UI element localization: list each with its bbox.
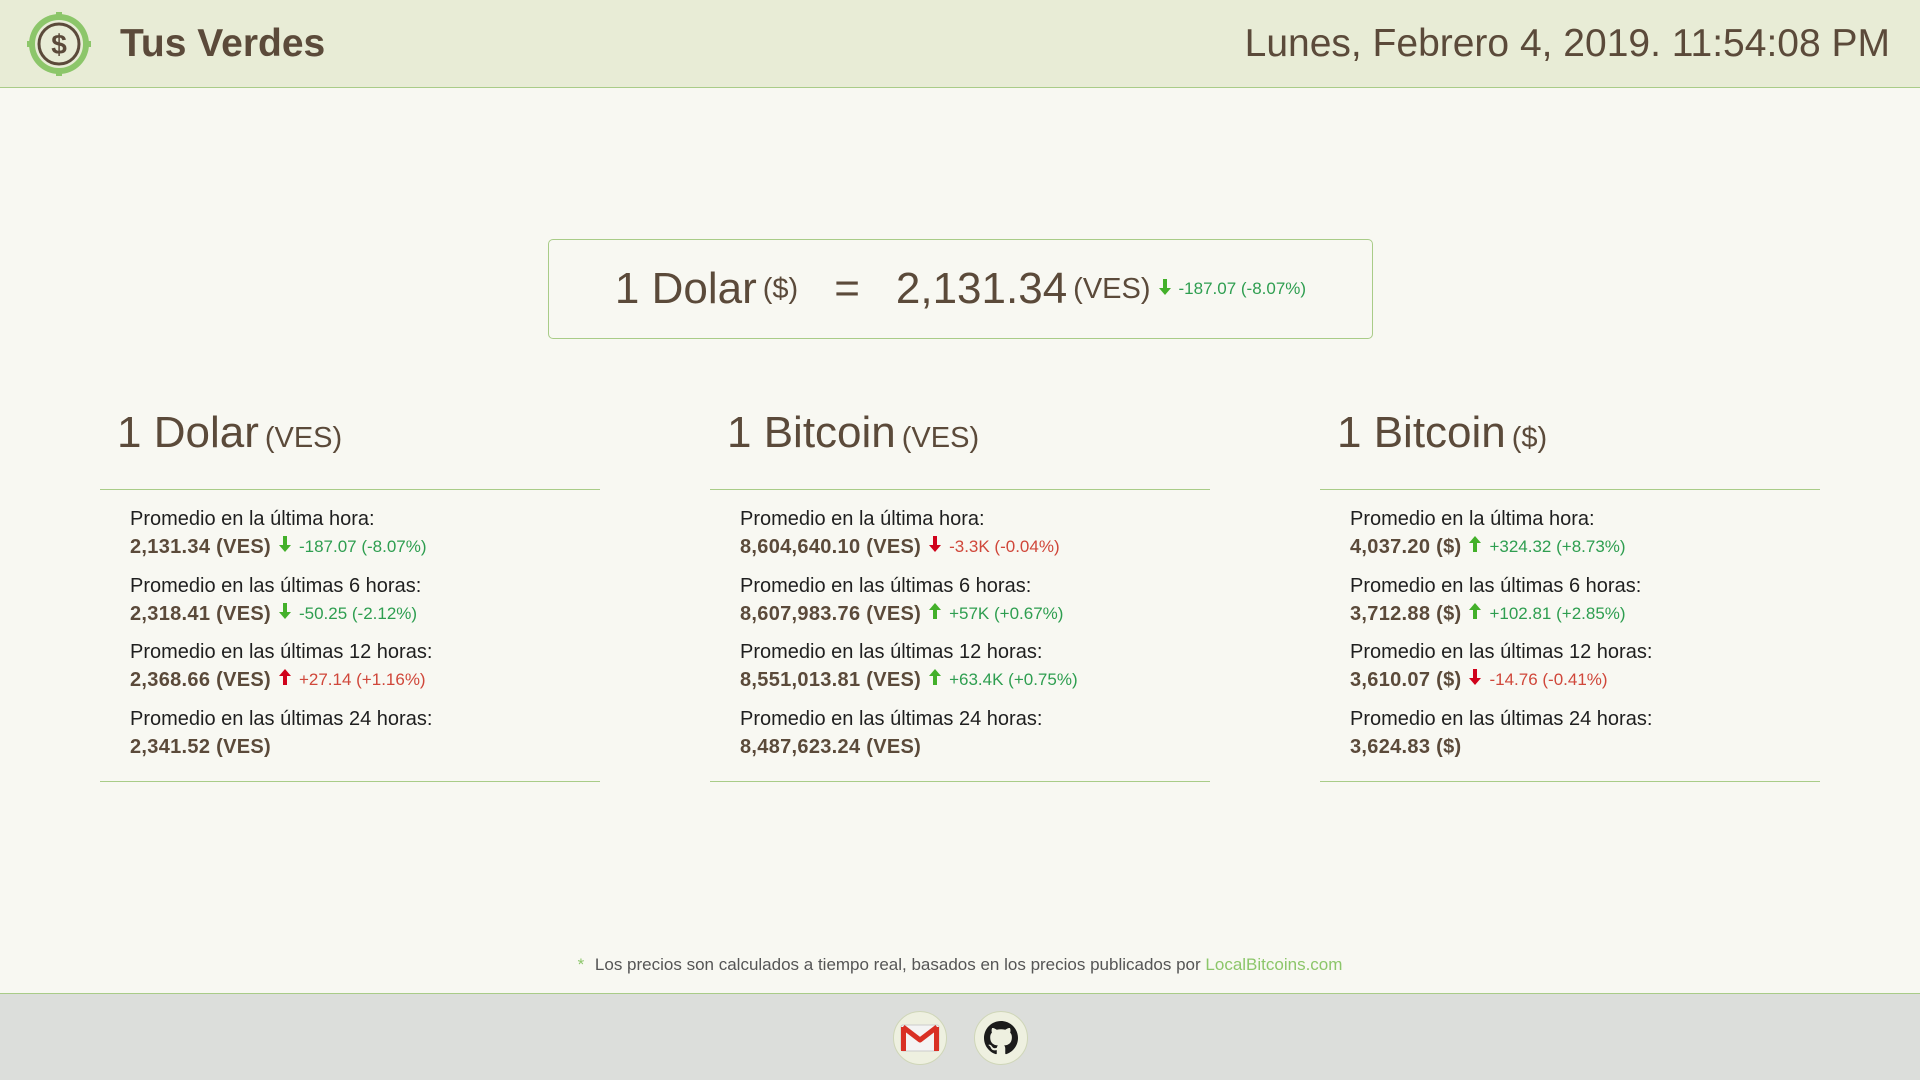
card-title-amount: 1 Bitcoin (1337, 408, 1506, 457)
stat-label: Promedio en las últimas 24 horas: (740, 707, 1043, 730)
card-bitcoin-ves: 1 Bitcoin (VES) Promedio en la última hor… (710, 408, 1210, 782)
note-text: Los precios son calculados a tiempo real… (594, 955, 1201, 974)
stat-item: Promedio en la última hora: 2,131.34 (VE… (130, 506, 600, 573)
stat-change: +27.14 (+1.16%) (278, 665, 426, 695)
stat-change: -50.25 (-2.12%) (278, 599, 418, 629)
stat-label: Promedio en la última hora: (130, 508, 375, 530)
stat-item: Promedio en la última hora: 8,604,640.10… (740, 506, 1210, 573)
stat-label: Promedio en las últimas 24 horas: (130, 707, 433, 730)
arrow-up-icon (278, 665, 291, 695)
card-body: Promedio en la última hora: 2,131.34 (VE… (100, 490, 600, 782)
stat-label: Promedio en las últimas 12 horas: (130, 641, 433, 663)
stat-item: Promedio en las últimas 6 horas: 8,607,9… (740, 573, 1210, 640)
localbitcoins-link[interactable]: LocalBitcoins.com (1205, 955, 1342, 974)
stat-item: Promedio en las últimas 24 horas: 8,487,… (740, 706, 1210, 773)
card-title-amount: 1 Bitcoin (727, 408, 896, 457)
stat-value-row: 2,131.34 (VES) -187.07 (-8.07%) (130, 532, 600, 562)
stat-value: 4,037.20 ($) (1350, 536, 1462, 558)
stat-value: 3,610.07 ($) (1350, 669, 1462, 691)
github-icon[interactable] (974, 1011, 1028, 1065)
stat-item: Promedio en las últimas 6 horas: 2,318.4… (130, 573, 600, 640)
stat-change-text: -3.3K (-0.04%) (949, 537, 1060, 556)
stat-value-row: 8,487,623.24 (VES) (740, 732, 1210, 762)
arrow-up-icon (1469, 532, 1482, 562)
stat-change-text: +324.32 (+8.73%) (1489, 537, 1626, 556)
stats-cards: 1 Dolar (VES) Promedio en la última hora:… (0, 0, 1920, 1080)
card-title: 1 Bitcoin (VES) (710, 408, 1210, 490)
stat-value-row: 3,624.83 ($) (1350, 732, 1820, 762)
stat-change: -14.76 (-0.41%) (1469, 665, 1608, 695)
stat-value: 3,624.83 ($) (1350, 735, 1462, 758)
stat-change-text: +102.81 (+2.85%) (1489, 603, 1626, 623)
card-dolar-ves: 1 Dolar (VES) Promedio en la última hora:… (100, 408, 600, 782)
stat-change-text: -187.07 (-8.07%) (298, 537, 427, 556)
stat-value: 2,368.66 (VES) (130, 669, 271, 691)
stat-change-text: -14.76 (-0.41%) (1489, 670, 1608, 689)
stat-value: 8,487,623.24 (VES) (740, 735, 922, 758)
stat-change: +324.32 (+8.73%) (1469, 532, 1626, 562)
disclaimer-note: * Los precios son calculados a tiempo re… (0, 955, 1920, 975)
arrow-up-icon (929, 599, 942, 629)
card-title-amount: 1 Dolar (117, 408, 259, 457)
note-star: * (577, 955, 585, 974)
stat-change: -3.3K (-0.04%) (929, 532, 1060, 562)
stat-value: 8,551,013.81 (VES) (740, 669, 922, 691)
stat-value: 2,341.52 (VES) (130, 735, 271, 758)
stat-value-row: 2,318.41 (VES) -50.25 (-2.12%) (130, 599, 600, 629)
stat-value-row: 3,610.07 ($) -14.76 (-0.41%) (1350, 665, 1820, 695)
stat-item: Promedio en la última hora: 4,037.20 ($)… (1350, 506, 1820, 573)
stat-label: Promedio en las últimas 6 horas: (1350, 574, 1642, 597)
card-body: Promedio en la última hora: 8,604,640.10… (710, 490, 1210, 782)
card-title-unit: ($) (1511, 422, 1548, 454)
stat-label: Promedio en las últimas 24 horas: (1350, 707, 1653, 730)
gmail-icon[interactable] (893, 1011, 947, 1065)
stat-label: Promedio en las últimas 6 horas: (740, 574, 1032, 597)
card-title-unit: (VES) (264, 422, 343, 454)
stat-change-text: +27.14 (+1.16%) (298, 670, 426, 689)
stat-value: 8,604,640.10 (VES) (740, 536, 922, 558)
stat-value-row: 2,341.52 (VES) (130, 732, 600, 762)
stat-item: Promedio en las últimas 12 horas: 2,368.… (130, 639, 600, 706)
arrow-down-icon (278, 532, 291, 562)
stat-value-row: 4,037.20 ($) +324.32 (+8.73%) (1350, 532, 1820, 562)
card-bitcoin-usd: 1 Bitcoin ($) Promedio en la última hora:… (1320, 408, 1820, 782)
stat-label: Promedio en las últimas 6 horas: (130, 574, 422, 597)
arrow-down-icon (1469, 665, 1482, 695)
arrow-up-icon (1469, 599, 1482, 629)
stat-value-row: 3,712.88 ($) +102.81 (+2.85%) (1350, 599, 1820, 629)
stat-label: Promedio en las últimas 12 horas: (740, 641, 1043, 663)
stat-change: +57K (+0.67%) (929, 599, 1063, 629)
stat-value-row: 8,607,983.76 (VES) +57K (+0.67%) (740, 599, 1210, 629)
stat-label: Promedio en la última hora: (1350, 508, 1595, 530)
stat-change: +102.81 (+2.85%) (1469, 599, 1626, 629)
stat-value: 2,318.41 (VES) (130, 602, 271, 625)
stat-label: Promedio en las últimas 12 horas: (1350, 641, 1653, 663)
stat-value: 3,712.88 ($) (1350, 602, 1462, 625)
stat-change: -187.07 (-8.07%) (278, 532, 427, 562)
stat-item: Promedio en las últimas 12 horas: 3,610.… (1350, 639, 1820, 706)
stat-item: Promedio en las últimas 12 horas: 8,551,… (740, 639, 1210, 706)
card-title: 1 Bitcoin ($) (1320, 408, 1820, 490)
arrow-up-icon (929, 665, 942, 695)
stat-item: Promedio en las últimas 6 horas: 3,712.8… (1350, 573, 1820, 640)
stat-change-text: +57K (+0.67%) (949, 603, 1064, 623)
stat-value-row: 8,604,640.10 (VES) -3.3K (-0.04%) (740, 532, 1210, 562)
card-title: 1 Dolar (VES) (100, 408, 600, 490)
stat-change-text: +63.4K (+0.75%) (949, 670, 1078, 689)
arrow-down-icon (278, 599, 291, 629)
stat-change-text: -50.25 (-2.12%) (298, 603, 418, 623)
stat-item: Promedio en las últimas 24 horas: 3,624.… (1350, 706, 1820, 773)
stat-value-row: 2,368.66 (VES) +27.14 (+1.16%) (130, 665, 600, 695)
stat-value: 2,131.34 (VES) (130, 536, 271, 558)
stat-value-row: 8,551,013.81 (VES) +63.4K (+0.75%) (740, 665, 1210, 695)
stat-value: 8,607,983.76 (VES) (740, 602, 922, 625)
app-footer (0, 993, 1920, 1080)
card-body: Promedio en la última hora: 4,037.20 ($)… (1320, 490, 1820, 782)
card-title-unit: (VES) (901, 422, 980, 454)
stat-item: Promedio en las últimas 24 horas: 2,341.… (130, 706, 600, 773)
stat-label: Promedio en la última hora: (740, 508, 985, 530)
arrow-down-icon (929, 532, 942, 562)
stat-change: +63.4K (+0.75%) (929, 665, 1078, 695)
